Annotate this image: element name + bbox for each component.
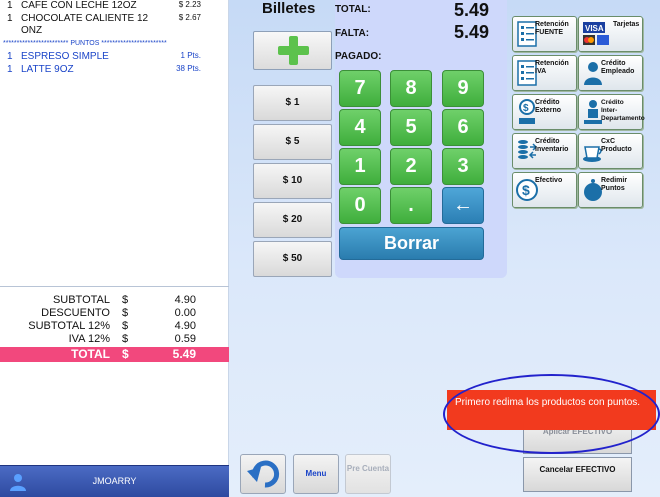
retencion-fuente-button[interactable]: Retención FUENTE [512,16,577,52]
row-value: 4.90 [174,294,196,306]
item-desc: ONZ [21,25,43,36]
key-2[interactable]: 2 [390,148,432,185]
credito-interdepartamento-button[interactable]: Crédito Inter-Departamento [578,94,645,130]
descuento-row: DESCUENTO $ 0.00 [0,307,229,320]
row-currency: $ [122,294,129,306]
svg-text:VISA: VISA [585,24,604,33]
key-3[interactable]: 3 [442,148,484,185]
credito-externo-button[interactable]: $ Crédito Externo [512,94,577,130]
row-value: 5.49 [172,347,196,361]
bill-20-button[interactable]: $ 20 [253,202,332,238]
total-value: 5.49 [453,0,489,20]
row-label: SUBTOTAL 12% [28,320,110,332]
precuenta-button[interactable]: Pre Cuenta [345,454,391,494]
method-label: Crédito Inter-Departamento [601,99,645,122]
total-row: TOTAL $ 5.49 [0,347,229,362]
item-qty: 1 [7,51,13,62]
row-currency: $ [122,307,129,319]
svg-text:$: $ [523,103,529,114]
method-label: CxC Producto [601,138,632,153]
credit-cards-icon: VISA [583,22,609,45]
redimir-puntos-button[interactable]: Redimir Puntos [578,172,643,208]
row-currency: $ [122,347,129,361]
receipt-panel: 1 CAFE CON LECHE 12OZ $ 2.23 1 CHOCOLATE… [0,0,229,497]
cancelar-efectivo-button[interactable]: Cancelar EFECTIVO [523,457,632,492]
billetes-title: Billetes [262,0,316,17]
username: JMOARRY [92,476,137,486]
method-label: Crédito Empleado [601,60,635,75]
retencion-iva-button[interactable]: Retención IVA [512,55,577,91]
add-bill-button[interactable] [253,31,332,70]
item-qty: 1 [7,0,13,11]
key-decimal[interactable]: . [390,187,432,224]
iva-row: IVA 12% $ 0.59 [0,333,229,346]
bill-1-button[interactable]: $ 1 [253,85,332,121]
method-label: Retención FUENTE [535,21,569,36]
falta-value: 5.49 [453,22,489,42]
item-desc: ESPRESO SIMPLE [21,51,109,62]
plus-icon [278,36,309,65]
tarjetas-button[interactable]: VISA Tarjetas [578,16,643,52]
key-5[interactable]: 5 [390,109,432,146]
method-label: Tarjetas [613,21,640,28]
row-value: 4.90 [174,320,196,332]
method-label: Retención IVA [535,60,569,75]
divider [0,286,229,287]
key-1[interactable]: 1 [339,148,381,185]
item-desc: CAFE CON LECHE 12OZ [21,0,137,11]
item-points: 1 Pts. [180,51,201,60]
user-bar[interactable]: JMOARRY [0,465,229,497]
method-label: Efectivo [535,177,563,184]
row-currency: $ [122,333,129,345]
bill-10-button[interactable]: $ 10 [253,163,332,199]
highlight-oval [443,374,660,454]
item-qty: 1 [7,64,13,75]
bill-5-button[interactable]: $ 5 [253,124,332,160]
key-7[interactable]: 7 [339,70,381,107]
menu-button[interactable]: Menu [293,454,339,494]
key-4[interactable]: 4 [339,109,381,146]
item-price: $ 2.23 [178,0,201,9]
total-label: TOTAL: [335,4,371,15]
method-label: Crédito Inventario [535,138,569,153]
key-8[interactable]: 8 [390,70,432,107]
undo-icon [247,460,280,488]
clear-button[interactable]: Borrar [339,227,484,260]
subtotal-row: SUBTOTAL $ 4.90 [0,294,229,307]
credito-inventario-button[interactable]: Crédito Inventario [512,133,577,169]
row-currency: $ [122,320,129,332]
backspace-key[interactable]: ← [442,187,484,224]
key-9[interactable]: 9 [442,70,484,107]
row-label: TOTAL [71,347,110,361]
bill-50-button[interactable]: $ 50 [253,241,332,277]
points-header: ************************ PUNTOS ********… [3,40,167,47]
row-label: SUBTOTAL [52,294,110,306]
item-desc: LATTE 9OZ [21,64,74,75]
key-0[interactable]: 0 [339,187,381,224]
cxc-producto-button[interactable]: CxC Producto [578,133,643,169]
credito-empleado-button[interactable]: Crédito Empleado [578,55,643,91]
row-value: 0.59 [174,333,196,345]
subtotal12-row: SUBTOTAL 12% $ 4.90 [0,320,229,333]
undo-button[interactable] [240,454,286,494]
item-price: $ 2.67 [178,13,201,22]
method-label: Redimir Puntos [601,177,628,192]
method-label: Crédito Externo [535,99,562,114]
item-qty: 1 [7,13,13,24]
efectivo-button[interactable]: $ Efectivo [512,172,577,208]
row-label: IVA 12% [68,333,110,345]
row-value: 0.00 [174,307,196,319]
svg-text:$: $ [522,182,530,198]
falta-label: FALTA: [335,28,370,39]
item-desc: CHOCOLATE CALIENTE 12 [21,13,149,24]
row-label: DESCUENTO [41,307,110,319]
item-points: 38 Pts. [176,64,201,73]
key-6[interactable]: 6 [442,109,484,146]
pagado-label: PAGADO: [335,51,382,62]
